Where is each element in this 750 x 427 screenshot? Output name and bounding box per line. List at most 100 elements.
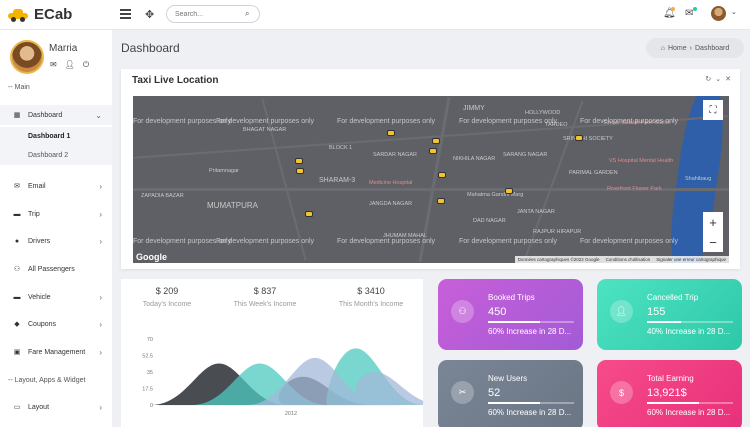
income-area-chart: 0 17.5 35 52.5 70 2012 [142,337,423,417]
sidebar-subitem-dashboard-1[interactable]: Dashboard 1 [0,127,112,146]
taxi-marker[interactable] [296,168,304,174]
stat-title: Cancelled Trip [647,293,699,302]
zoom-out-button[interactable]: − [703,232,723,252]
logo[interactable]: ECab [8,6,72,23]
dashboard-submenu: Dashboard 1 Dashboard 2 [0,127,112,165]
y-tick-label: 0 [150,403,153,409]
stat-value: 155 [647,306,666,318]
income-label: This Month's Income [338,301,404,308]
profile-avatar[interactable] [10,40,44,74]
sidebar-item-email[interactable]: ✉ Email › [0,176,112,196]
sidebar-item-trip[interactable]: ▬ Trip › [0,204,112,224]
map-place: SARANG NAGAR [503,152,548,158]
sidebar-item-layout[interactable]: ▭ Layout › [0,397,112,417]
taxi-marker[interactable] [432,138,440,144]
profile-name: Marria [49,43,78,54]
map-place: NIKHILA NAGAR [453,156,496,162]
stat-progress [647,321,733,323]
refresh-icon[interactable]: ↻ [705,75,711,83]
total-earning-card[interactable]: $ Total Earning 13,921$ 60% Increase in … [597,360,742,427]
sidebar-item-label: Trip [28,210,40,218]
report-error-link[interactable]: Signaler une erreur cartographique [656,257,726,262]
map-watermark: For development purposes only [459,118,558,125]
dashboard-icon: ▦ [13,112,21,119]
terms-link[interactable]: Conditions d'utilisation [606,257,651,262]
search-icon[interactable]: ⌕ [245,9,249,19]
map-place: Medicine Hospital [369,180,413,186]
map-watermark: For development purposes only [216,118,315,125]
zoom-in-button[interactable]: + [703,212,723,232]
close-icon[interactable]: ✕ [725,75,731,83]
sidebar-item-vehicle[interactable]: ▬ Vehicle › [0,287,112,307]
sidebar-item-label: Drivers [28,237,51,245]
car-logo-icon [8,8,28,22]
mail-dot [693,7,697,11]
map-watermark: For development purposes only [337,118,436,125]
taxi-marker[interactable] [387,130,395,136]
sidebar-item-label: Layout [28,403,50,411]
dollar-icon: $ [610,381,633,404]
hamburger-icon[interactable] [120,9,131,19]
google-logo: Google [136,252,167,262]
map-place: BHAGAT NAGAR [243,127,287,133]
taxi-marker[interactable] [575,135,583,141]
user-icon: 👤︎ [610,300,633,323]
coupon-icon: ◆ [14,321,20,328]
stat-title: Booked Trips [488,293,535,302]
taxi-marker[interactable] [505,188,513,194]
cancelled-trip-card[interactable]: 👤︎ Cancelled Trip 155 40% Increase in 28… [597,279,742,350]
taxi-marker[interactable] [295,158,303,164]
sidebar-item-label: Email [28,182,46,190]
stat-description: 60% Increase in 28 D... [488,408,572,417]
sidebar-item-dashboard[interactable]: ▦ Dashboard ⌄ [0,105,112,125]
user-icon[interactable]: 👤︎ [65,60,75,70]
map-watermark: For development purposes only [580,118,679,125]
power-icon[interactable]: ⏻ [83,60,89,70]
sidebar-item-label: Coupons [28,320,57,328]
chevron-right-icon: › [99,319,102,329]
sidebar-item-label: Fare Management [28,348,86,356]
app-name: ECab [34,6,73,23]
map-watermark: For development purposes only [459,238,558,245]
income-week: $ 837 This Week's Income [215,286,315,308]
chevron-right-icon: › [99,402,102,412]
taxi-marker[interactable] [305,211,313,217]
stat-value: 52 [488,387,501,399]
stat-title: New Users [488,374,528,383]
stat-value: 13,921$ [647,387,687,399]
stat-title: Total Earning [647,374,694,383]
new-users-card[interactable]: ✂ New Users 52 60% Increase in 28 D... [438,360,583,427]
taxi-map[interactable]: JIMMY HOLLYWOOD TARDEO BLOCK 1 SHARAM-3 … [133,96,729,263]
taxi-marker[interactable] [429,148,437,154]
stat-progress [647,402,733,404]
breadcrumb-current: Dashboard [695,44,730,52]
booked-trips-card[interactable]: ⚇ Booked Trips 450 60% Increase in 28 D.… [438,279,583,350]
chevron-down-icon[interactable]: ⌄ [731,8,737,16]
fullscreen-button[interactable]: ⛶ [703,100,723,120]
breadcrumb-separator: › [689,44,692,52]
sidebar-item-coupons[interactable]: ◆ Coupons › [0,314,112,334]
chevron-right-icon: › [99,209,102,219]
taxi-marker[interactable] [437,198,445,204]
main-section-label: -- Main [8,84,30,91]
map-place: JIMMY [463,105,485,112]
sidebar-subitem-dashboard-2[interactable]: Dashboard 2 [0,146,112,165]
user-avatar[interactable] [711,6,726,21]
map-place: HOLLYWOOD [525,110,561,116]
mail-icon[interactable]: ✉ [50,60,57,70]
map-place: JANTA NAGAR [517,209,555,215]
stat-description: 60% Increase in 28 D... [647,408,731,417]
taxi-live-location-card: Taxi Live Location ↻ ⌄ ✕ JIMMY HOLLYWOOD… [121,69,740,269]
card-tools: ↻ ⌄ ✕ [705,75,731,83]
expand-icon[interactable]: ✥ [145,8,154,21]
taxi-marker[interactable] [438,172,446,178]
sidebar-item-drivers[interactable]: ● Drivers › [0,231,112,251]
collapse-icon[interactable]: ⌄ [715,75,721,83]
sidebar-item-all-passengers[interactable]: ⚇ All Passengers [0,259,112,279]
envelope-icon: ✉ [14,183,20,190]
y-tick-label: 52.5 [142,354,153,360]
car-icon: ▬ [13,210,21,218]
income-today: $ 209 Today's Income [117,286,217,308]
sidebar-item-fare-management[interactable]: ▣ Fare Management › [0,342,112,362]
breadcrumb-home[interactable]: Home [668,45,687,52]
